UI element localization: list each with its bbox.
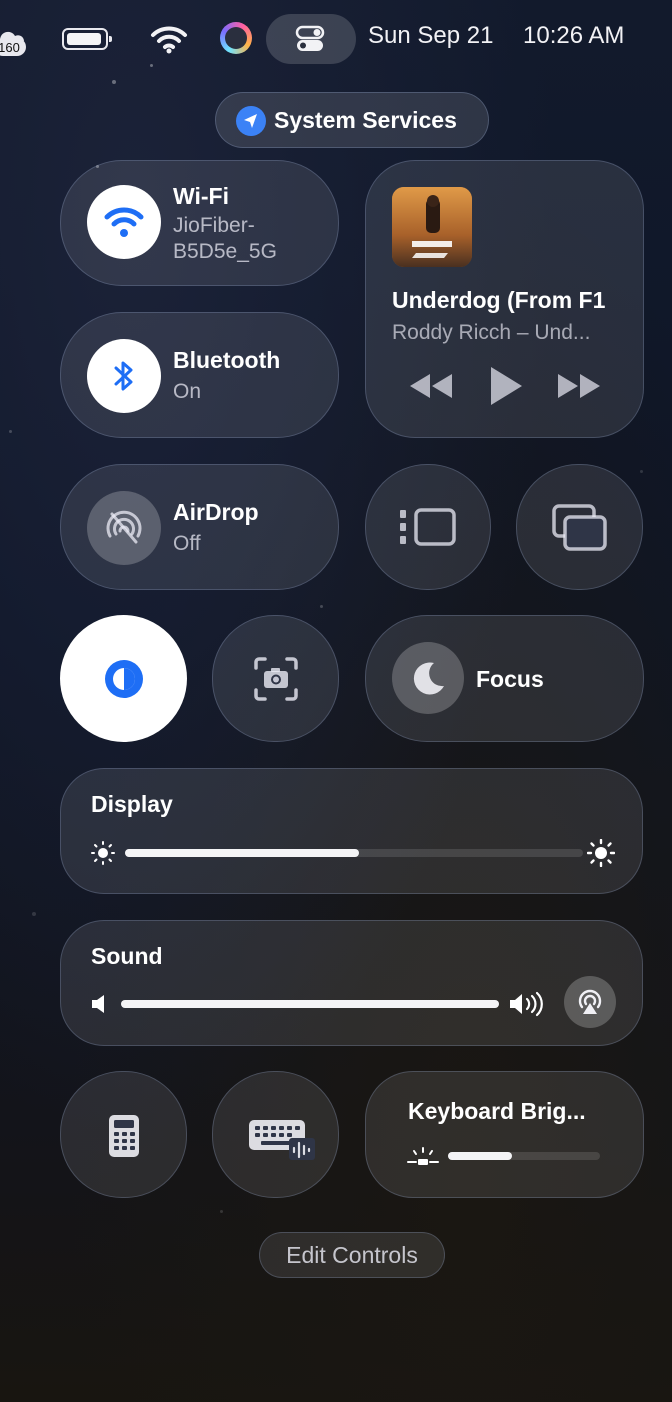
stage-manager-icon bbox=[400, 508, 456, 546]
stage-manager-button[interactable] bbox=[365, 464, 491, 590]
focus-label: Focus bbox=[476, 666, 544, 692]
system-services-label: System Services bbox=[274, 107, 457, 133]
airplay-audio-icon bbox=[578, 989, 602, 1014]
wifi-network-line2: B5D5e_5G bbox=[173, 240, 277, 263]
airdrop-status: Off bbox=[173, 532, 201, 555]
next-track-button[interactable] bbox=[554, 371, 602, 401]
screenshot-icon bbox=[254, 657, 298, 701]
focus-tile[interactable]: Focus bbox=[365, 615, 644, 742]
airdrop-icon bbox=[106, 510, 142, 544]
screen-mirroring-icon bbox=[552, 504, 607, 551]
keyboard-dictation-icon bbox=[249, 1120, 315, 1160]
wifi-tile[interactable]: Wi-Fi JioFiber- B5D5e_5G bbox=[60, 160, 339, 286]
display-brightness-fill bbox=[125, 849, 359, 857]
keyboard-brightness-label: Keyboard Brig... bbox=[408, 1098, 586, 1124]
display-control: Display bbox=[60, 768, 643, 894]
keyboard-brightness-slider[interactable] bbox=[448, 1152, 600, 1160]
volume-high-icon bbox=[510, 991, 543, 1017]
appearance-icon bbox=[104, 659, 143, 698]
bluetooth-toggle[interactable] bbox=[87, 339, 161, 413]
cloud-badge: 160 bbox=[0, 40, 20, 55]
keyboard-brightness-icon bbox=[407, 1147, 439, 1165]
edit-controls-button[interactable]: Edit Controls bbox=[259, 1232, 445, 1278]
menu-bar: 160 Sun Sep 21 10:26 AM bbox=[0, 0, 672, 78]
siri-icon[interactable] bbox=[220, 22, 252, 54]
display-label: Display bbox=[91, 791, 173, 817]
sound-control: Sound bbox=[60, 920, 643, 1046]
album-art[interactable] bbox=[392, 187, 472, 267]
system-services-indicator[interactable]: System Services bbox=[215, 92, 489, 148]
volume-slider[interactable] bbox=[121, 1000, 499, 1008]
keyboard-brightness-control: Keyboard Brig... bbox=[365, 1071, 644, 1198]
calculator-icon bbox=[109, 1115, 139, 1157]
display-brightness-slider[interactable] bbox=[125, 849, 583, 857]
previous-track-button[interactable] bbox=[408, 371, 456, 401]
fast-forward-icon bbox=[558, 374, 600, 398]
dark-mode-toggle[interactable] bbox=[60, 615, 187, 742]
brightness-high-icon bbox=[587, 839, 615, 867]
bluetooth-tile[interactable]: Bluetooth On bbox=[60, 312, 339, 438]
keyboard-brightness-fill bbox=[448, 1152, 512, 1160]
song-title: Underdog (From F1 bbox=[392, 287, 606, 313]
wifi-icon bbox=[104, 207, 144, 237]
wifi-title: Wi-Fi bbox=[173, 183, 229, 209]
now-playing-tile[interactable]: Underdog (From F1 Roddy Ricch – Und... bbox=[365, 160, 644, 438]
calculator-button[interactable] bbox=[60, 1071, 187, 1198]
song-artist: Roddy Ricch – Und... bbox=[392, 321, 591, 344]
screenshot-button[interactable] bbox=[212, 615, 339, 742]
wifi-toggle[interactable] bbox=[87, 185, 161, 259]
battery-icon[interactable] bbox=[62, 28, 112, 50]
wifi-menubar-icon[interactable] bbox=[150, 24, 188, 54]
bluetooth-title: Bluetooth bbox=[173, 347, 281, 373]
wifi-network-name: JioFiber- B5D5e_5G bbox=[173, 213, 277, 265]
cloud-icon[interactable]: 160 bbox=[0, 26, 30, 58]
location-arrow-icon bbox=[236, 106, 266, 136]
toggles-icon bbox=[295, 25, 325, 51]
moon-icon bbox=[413, 662, 444, 695]
sound-label: Sound bbox=[91, 943, 163, 969]
wifi-network-line1: JioFiber- bbox=[173, 214, 255, 237]
rewind-icon bbox=[410, 374, 452, 398]
play-button[interactable] bbox=[488, 365, 524, 407]
dictation-button[interactable] bbox=[212, 1071, 339, 1198]
menubar-date[interactable]: Sun Sep 21 bbox=[368, 22, 493, 50]
focus-toggle[interactable] bbox=[392, 642, 464, 714]
control-center-menubar-button[interactable] bbox=[266, 14, 356, 64]
audio-output-button[interactable] bbox=[564, 976, 616, 1028]
brightness-low-icon bbox=[91, 841, 115, 865]
airdrop-toggle[interactable] bbox=[87, 491, 161, 565]
menubar-time[interactable]: 10:26 AM bbox=[523, 22, 624, 50]
volume-low-icon bbox=[92, 995, 104, 1013]
airdrop-tile[interactable]: AirDrop Off bbox=[60, 464, 339, 590]
bluetooth-icon bbox=[114, 361, 133, 391]
airdrop-title: AirDrop bbox=[173, 499, 259, 525]
volume-fill bbox=[121, 1000, 499, 1008]
bluetooth-status: On bbox=[173, 380, 202, 403]
screen-mirroring-button[interactable] bbox=[516, 464, 643, 590]
play-icon bbox=[491, 367, 522, 405]
